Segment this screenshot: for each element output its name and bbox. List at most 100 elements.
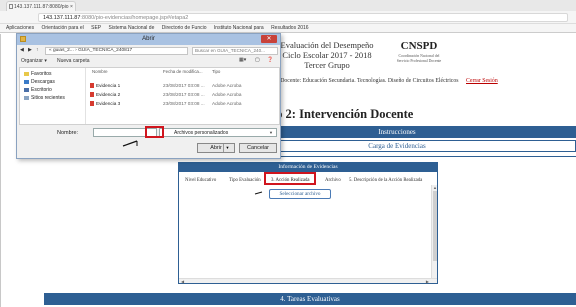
- bookmark-item[interactable]: Aplicaciones: [6, 25, 34, 31]
- file-date: 23/08/2017 03:08 ...: [163, 101, 205, 106]
- file-date: 23/08/2017 03:08 ...: [163, 83, 205, 88]
- sidebar-label: Sitios recientes: [31, 95, 65, 101]
- bookmark-item[interactable]: Resultados 2016: [271, 25, 309, 31]
- tab-descripcion[interactable]: 5. Descripción de la Acción Realizada: [349, 178, 422, 183]
- dialog-title: Abrir: [142, 36, 155, 42]
- bookmarks-bar: Aplicaciones Orientación para el SEP Sis…: [0, 24, 576, 33]
- sidebar-label: Descargas: [31, 79, 55, 85]
- pdf-icon: [90, 92, 94, 98]
- column-header-tipo[interactable]: Tipo: [212, 69, 220, 74]
- filename-label: Nombre:: [57, 130, 79, 136]
- cursor-mark: [254, 191, 263, 195]
- file-date: 23/08/2017 03:08 ...: [163, 92, 205, 97]
- scroll-right-icon[interactable]: ▶: [426, 279, 429, 284]
- user-info-text: ate Docente: Educación Secundaria. Tecno…: [272, 78, 459, 84]
- dialog-file-area: Favoritos Descargas Escritorio Sitios re…: [19, 67, 280, 125]
- page-divider: [0, 34, 1, 307]
- star-icon: [24, 71, 29, 76]
- dialog-search-input[interactable]: Buscar en GUIA_TECNICA_240...: [192, 47, 278, 55]
- sidebar-item-recientes[interactable]: Sitios recientes: [24, 95, 65, 101]
- logout-link[interactable]: Cerrar Sesión: [466, 78, 498, 84]
- sidebar-item-descargas[interactable]: Descargas: [24, 79, 55, 85]
- folder-icon: [20, 36, 26, 42]
- dialog-toolbar: Organizar ▾ Nueva carpeta ▦▾ ▢ ❓: [17, 57, 280, 66]
- highlight-box: [145, 126, 164, 138]
- evidence-info-panel: Información de Evidencias Nivel Educativ…: [178, 162, 438, 284]
- bookmark-item[interactable]: Instituto Nacional para: [214, 25, 264, 31]
- file-row[interactable]: Evidencia 2: [90, 92, 121, 98]
- file-type: Adobe Acroba: [212, 83, 242, 88]
- close-icon[interactable]: ✕: [261, 35, 277, 43]
- tareas-evaluativas-bar[interactable]: 4. Tareas Evaluativas: [44, 293, 576, 305]
- file-name: Evidencia 3: [96, 101, 121, 106]
- arrow-right-icon[interactable]: ▶: [28, 47, 32, 53]
- sidebar-label: Favoritos: [31, 71, 52, 77]
- pdf-icon: [90, 101, 94, 107]
- url-host: 143.137.111.87: [43, 15, 81, 21]
- bookmark-item[interactable]: Directorio de Funcio: [162, 25, 207, 31]
- page-header-title: Evaluación del Desempeño Ciclo Escolar 2…: [272, 40, 382, 71]
- panel-hscrollbar[interactable]: ◀ ▶: [179, 278, 437, 284]
- column-header-fecha[interactable]: Fecha de modifica...: [163, 69, 203, 74]
- dialog-sidebar: Favoritos Descargas Escritorio Sitios re…: [20, 68, 86, 124]
- bookmark-item[interactable]: SEP: [91, 25, 101, 31]
- column-header-nombre[interactable]: Nombre: [92, 69, 108, 74]
- file-row[interactable]: Evidencia 3: [90, 101, 121, 107]
- brand-sub2: Servicio Profesional Docente: [396, 58, 442, 63]
- pdf-icon: [90, 83, 94, 89]
- file-name: Evidencia 1: [96, 83, 121, 88]
- url-input[interactable]: 143.137.111.87:8080/pio-evidencias/homep…: [38, 13, 568, 22]
- bookmark-item[interactable]: Sistema Nacional de: [109, 25, 155, 31]
- highlight-box: [264, 172, 316, 185]
- header-title-line2: Ciclo Escolar 2017 - 2018: [282, 50, 372, 61]
- arrow-left-icon[interactable]: ◀: [20, 47, 24, 53]
- dialog-navbar: ◀ ▶ ↑ « guias_2... › GUIA_TECNICA_240817…: [17, 46, 280, 56]
- file-type: Adobe Acroba: [212, 92, 242, 97]
- header-title-line1: Evaluación del Desempeño: [280, 40, 374, 50]
- address-bar-area: ← → C 143.137.111.87:8080/pio-evidencias…: [0, 11, 576, 31]
- download-icon: [24, 79, 29, 84]
- select-file-button[interactable]: Seleccionar archivo: [269, 189, 331, 199]
- filetype-value: Archivos personalizados: [174, 130, 229, 136]
- breadcrumb[interactable]: « guias_2... › GUIA_TECNICA_240817: [45, 47, 188, 55]
- panel-title: Información de Evidencias: [179, 163, 437, 172]
- new-folder-button[interactable]: Nueva carpeta: [57, 58, 90, 64]
- scroll-up-icon[interactable]: ▲: [432, 185, 438, 190]
- page-icon: [9, 4, 13, 9]
- recent-icon: [24, 95, 29, 100]
- file-row[interactable]: Evidencia 1: [90, 83, 121, 89]
- pane-icon[interactable]: ▢: [255, 57, 260, 63]
- help-icon[interactable]: ❓: [267, 57, 273, 63]
- file-name: Evidencia 2: [96, 92, 121, 97]
- tab-archivo[interactable]: Archivo: [325, 178, 341, 183]
- open-label: Abrir: [210, 145, 222, 151]
- bookmark-item[interactable]: Orientación para el: [41, 25, 83, 31]
- arrow-up-icon[interactable]: ↑: [36, 47, 39, 53]
- sidebar-item-favoritos[interactable]: Favoritos: [24, 71, 52, 77]
- browser-tab[interactable]: 143.137.111.87:8080/pio ×: [6, 1, 76, 11]
- browser-tab-label: 143.137.111.87:8080/pio ×: [14, 4, 73, 10]
- panel-scrollbar[interactable]: ▲ ▼: [431, 185, 437, 283]
- chevron-down-icon: ▼: [269, 130, 273, 135]
- filetype-select[interactable]: Archivos personalizados ▼: [159, 128, 277, 137]
- sidebar-item-escritorio[interactable]: Escritorio: [24, 87, 52, 93]
- tab-nivel-educativo[interactable]: Nivel Educativo: [185, 178, 216, 183]
- cancel-button[interactable]: Cancelar: [239, 143, 277, 153]
- brand-subtitle: Coordinación Nacional del Servicio Profe…: [382, 54, 456, 63]
- cursor-mark: [122, 140, 138, 147]
- sidebar-label: Escritorio: [31, 87, 52, 93]
- organize-button[interactable]: Organizar ▾: [21, 58, 47, 64]
- section-title: to 2: Intervención Docente: [272, 107, 414, 121]
- scroll-left-icon[interactable]: ◀: [181, 279, 184, 284]
- desktop-icon: [24, 87, 29, 92]
- scroll-thumb[interactable]: [433, 191, 437, 261]
- view-icon[interactable]: ▦▾: [239, 57, 246, 63]
- browser-tabstrip: 143.137.111.87:8080/pio ×: [0, 0, 576, 11]
- file-open-dialog: Abrir ✕ ◀ ▶ ↑ « guias_2... › GUIA_TECNIC…: [16, 33, 281, 159]
- file-type: Adobe Acroba: [212, 101, 242, 106]
- chevron-down-icon[interactable]: ▼: [223, 144, 231, 152]
- dialog-titlebar: Abrir ✕: [17, 34, 280, 45]
- url-path: :8080/pio-evidencias/homepage.jsp#/etapa…: [80, 15, 189, 21]
- brand-logo: CNSPD: [400, 40, 438, 52]
- tab-tipo-evaluacion[interactable]: Tipo Evaluación: [229, 178, 261, 183]
